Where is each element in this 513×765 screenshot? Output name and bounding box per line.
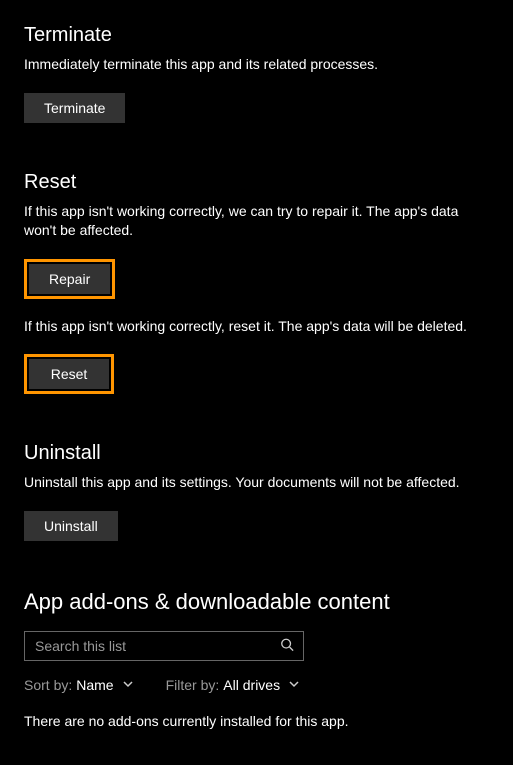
reset-description: If this app isn't working correctly, res… bbox=[24, 317, 489, 337]
uninstall-button[interactable]: Uninstall bbox=[24, 511, 118, 541]
uninstall-section: Uninstall Uninstall this app and its set… bbox=[24, 442, 489, 541]
reset-title: Reset bbox=[24, 171, 489, 194]
terminate-title: Terminate bbox=[24, 24, 489, 47]
repair-description: If this app isn't working correctly, we … bbox=[24, 202, 489, 241]
repair-button-highlight: Repair bbox=[24, 259, 115, 299]
filter-by-dropdown[interactable]: Filter by: All drives bbox=[166, 677, 300, 693]
uninstall-title: Uninstall bbox=[24, 442, 489, 465]
filter-row: Sort by: Name Filter by: All drives bbox=[24, 677, 489, 693]
filter-value: All drives bbox=[223, 677, 280, 693]
reset-section: Reset If this app isn't working correctl… bbox=[24, 171, 489, 395]
search-wrapper bbox=[24, 631, 304, 661]
addons-title: App add-ons & downloadable content bbox=[24, 589, 489, 615]
filter-label: Filter by: bbox=[166, 677, 220, 693]
reset-button-highlight: Reset bbox=[24, 354, 114, 394]
chevron-down-icon bbox=[288, 677, 300, 693]
terminate-description: Immediately terminate this app and its r… bbox=[24, 55, 489, 75]
addons-section: App add-ons & downloadable content Sort … bbox=[24, 589, 489, 729]
reset-button[interactable]: Reset bbox=[29, 359, 109, 389]
addons-search-input[interactable] bbox=[24, 631, 304, 661]
addons-empty-text: There are no add-ons currently installed… bbox=[24, 713, 489, 729]
uninstall-description: Uninstall this app and its settings. You… bbox=[24, 473, 489, 493]
sort-value: Name bbox=[76, 677, 113, 693]
sort-label: Sort by: bbox=[24, 677, 72, 693]
terminate-button[interactable]: Terminate bbox=[24, 93, 125, 123]
sort-by-dropdown[interactable]: Sort by: Name bbox=[24, 677, 134, 693]
terminate-section: Terminate Immediately terminate this app… bbox=[24, 24, 489, 123]
chevron-down-icon bbox=[122, 677, 134, 693]
repair-button[interactable]: Repair bbox=[29, 264, 110, 294]
